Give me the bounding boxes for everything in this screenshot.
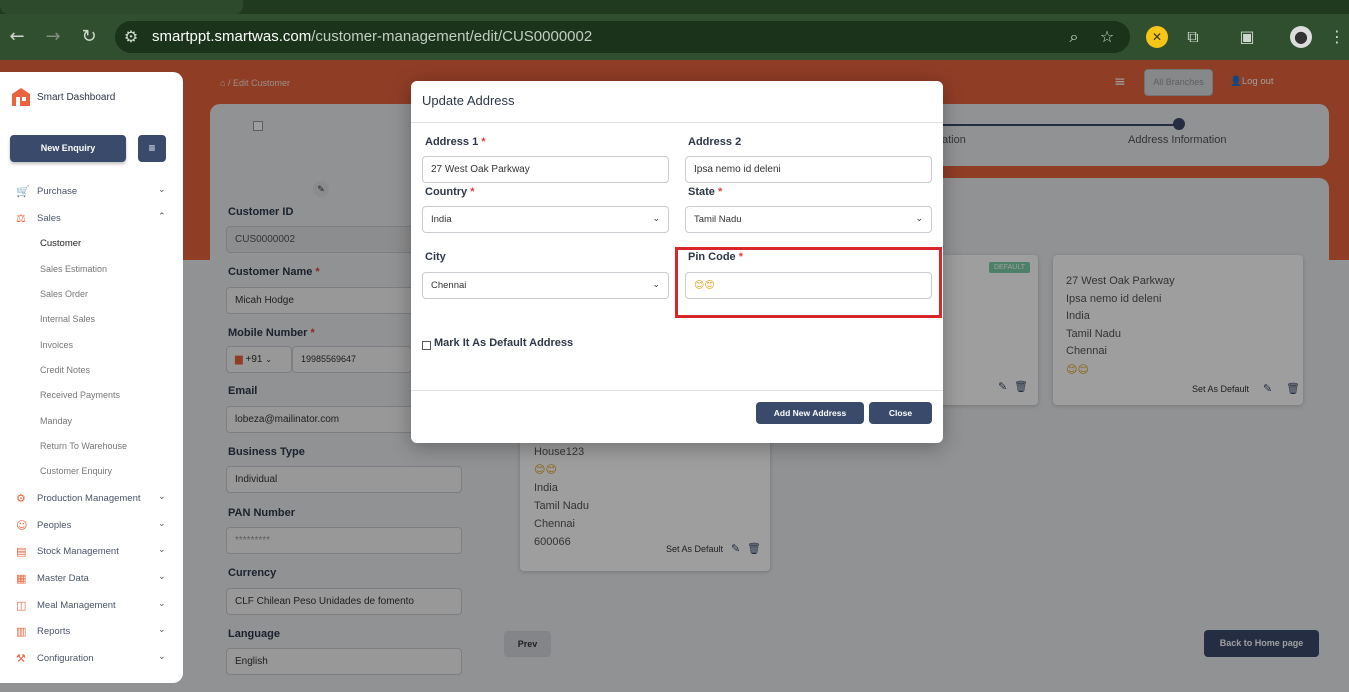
chevron-up-icon: ⌃ bbox=[158, 212, 166, 222]
sidebar-item-sales[interactable]: ⚖ Sales ⌃ bbox=[16, 212, 176, 228]
reload-icon[interactable]: ↻ bbox=[77, 25, 101, 49]
sidebar-sub-return-to-warehouse[interactable]: Return To Warehouse bbox=[40, 441, 127, 451]
sidebar-sub-customer-enquiry[interactable]: Customer Enquiry bbox=[40, 466, 112, 476]
cart-icon: 🛒 bbox=[16, 185, 30, 198]
chevron-down-icon: ⌄ bbox=[158, 519, 166, 529]
brand-name: Smart Dashboard bbox=[37, 92, 116, 103]
sidebar-item-purchase[interactable]: 🛒 Purchase ⌄ bbox=[16, 185, 176, 201]
city-select[interactable]: Chennai ⌄ bbox=[422, 272, 669, 299]
chevron-down-icon: ⌄ bbox=[158, 599, 166, 609]
stock-icon: ▤ bbox=[16, 545, 27, 558]
sidebar-sub-customer[interactable]: Customer bbox=[40, 238, 81, 249]
extension-icon[interactable]: ✕ bbox=[1146, 26, 1168, 48]
sidebar-sub-received-payments[interactable]: Received Payments bbox=[40, 390, 120, 400]
chevron-down-icon: ⌄ bbox=[915, 214, 923, 224]
browser-menu-icon[interactable]: ⋮ bbox=[1326, 26, 1348, 48]
tab-search-icon[interactable]: ▣ bbox=[1236, 26, 1258, 48]
chevron-down-icon: ⌄ bbox=[652, 214, 660, 224]
sidebar-toggle-icon[interactable]: ≡ bbox=[138, 135, 166, 162]
chevron-down-icon: ⌄ bbox=[158, 652, 166, 662]
sidebar-sub-credit-notes[interactable]: Credit Notes bbox=[40, 365, 90, 375]
config-icon: ⚒ bbox=[16, 652, 26, 665]
chevron-down-icon: ⌄ bbox=[652, 280, 660, 290]
default-address-checkbox[interactable] bbox=[422, 341, 431, 350]
sales-icon: ⚖ bbox=[16, 212, 26, 225]
site-settings-icon[interactable]: ⚙ bbox=[120, 26, 142, 48]
country-label: Country * bbox=[425, 186, 475, 198]
extensions-puzzle-icon[interactable]: ⧉ bbox=[1182, 26, 1204, 48]
sidebar-item-production[interactable]: ⚙ Production Management ⌄ bbox=[16, 492, 176, 508]
modal-title: Update Address bbox=[422, 93, 515, 108]
sidebar-sub-sales-estimation[interactable]: Sales Estimation bbox=[40, 264, 107, 274]
address1-input[interactable]: 27 West Oak Parkway bbox=[422, 156, 669, 183]
modal-divider bbox=[411, 122, 943, 123]
report-icon: ▥ bbox=[16, 625, 27, 638]
address2-label: Address 2 bbox=[688, 136, 742, 148]
zoom-icon[interactable]: ⌕ bbox=[1063, 26, 1085, 48]
sidebar-item-meal[interactable]: ◫ Meal Management ⌄ bbox=[16, 599, 176, 615]
default-address-label: Mark It As Default Address bbox=[434, 337, 574, 349]
factory-icon: ⚙ bbox=[16, 492, 26, 505]
browser-tab[interactable] bbox=[477, 0, 857, 14]
close-button[interactable]: Close bbox=[869, 402, 932, 424]
sidebar-sub-internal-sales[interactable]: Internal Sales bbox=[40, 314, 95, 324]
bookmark-star-icon[interactable]: ☆ bbox=[1096, 26, 1118, 48]
address1-label: Address 1 * bbox=[425, 136, 486, 148]
chevron-down-icon: ⌄ bbox=[158, 572, 166, 582]
add-new-address-button[interactable]: Add New Address bbox=[756, 402, 864, 424]
back-icon[interactable]: ← bbox=[5, 25, 29, 49]
sidebar-sub-manday[interactable]: Manday bbox=[40, 416, 72, 426]
sidebar-sub-invoices[interactable]: Invoices bbox=[40, 340, 73, 350]
chevron-down-icon: ⌄ bbox=[158, 545, 166, 555]
url-text[interactable]: smartppt.smartwas.com/customer-managemen… bbox=[152, 28, 592, 45]
store-logo-icon bbox=[10, 86, 32, 108]
sidebar-item-configuration[interactable]: ⚒ Configuration ⌄ bbox=[16, 652, 176, 668]
sidebar-sub-sales-order[interactable]: Sales Order bbox=[40, 289, 88, 299]
grid-icon: ▦ bbox=[16, 572, 27, 585]
chevron-down-icon: ⌄ bbox=[158, 185, 166, 195]
chevron-down-icon: ⌄ bbox=[158, 625, 166, 635]
sidebar-item-stock[interactable]: ▤ Stock Management ⌄ bbox=[16, 545, 176, 561]
forward-icon[interactable]: → bbox=[41, 25, 65, 49]
new-enquiry-button[interactable]: New Enquiry bbox=[10, 135, 126, 162]
city-label: City bbox=[425, 251, 446, 263]
state-label: State * bbox=[688, 186, 723, 198]
browser-tab-active[interactable] bbox=[0, 0, 243, 14]
meal-icon: ◫ bbox=[16, 599, 27, 612]
sidebar-item-peoples[interactable]: ☺ Peoples ⌄ bbox=[16, 519, 176, 535]
profile-avatar[interactable]: ● bbox=[1290, 26, 1312, 48]
sidebar-item-master-data[interactable]: ▦ Master Data ⌄ bbox=[16, 572, 176, 588]
sidebar-item-reports[interactable]: ▥ Reports ⌄ bbox=[16, 625, 176, 641]
state-select[interactable]: Tamil Nadu ⌄ bbox=[685, 206, 932, 233]
modal-footer-divider bbox=[411, 390, 943, 391]
chevron-down-icon: ⌄ bbox=[158, 492, 166, 502]
sidebar bbox=[0, 72, 183, 683]
country-select[interactable]: India ⌄ bbox=[422, 206, 669, 233]
people-icon: ☺ bbox=[16, 519, 28, 532]
pincode-highlight-box bbox=[675, 247, 942, 318]
address2-input[interactable]: Ipsa nemo id deleni bbox=[685, 156, 932, 183]
